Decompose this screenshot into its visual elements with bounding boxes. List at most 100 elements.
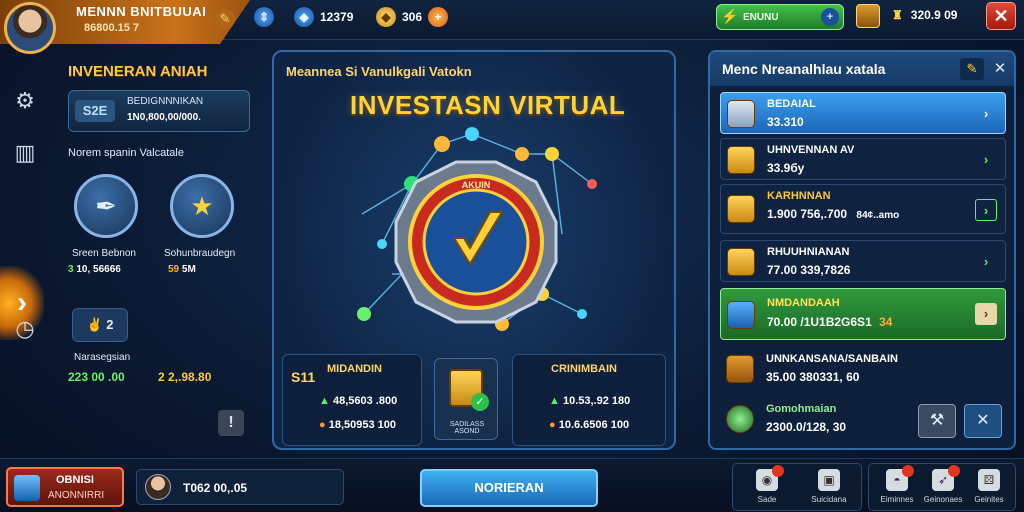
skill-value-main: 5M <box>181 264 196 275</box>
center-subtitle: Meannea Si Vanulkgali Vatokn <box>286 64 472 79</box>
wrench-button[interactable]: ⚒ <box>918 404 956 438</box>
nav-item[interactable]: ⚄ Geinites <box>964 465 1014 509</box>
primary-action-button[interactable]: NORIERAN <box>420 469 598 507</box>
edit-icon[interactable]: ✎ <box>215 9 235 29</box>
skill-name: Sohunbraudegn <box>164 248 236 259</box>
coin-icon: ● <box>319 419 326 431</box>
chest-icon[interactable] <box>856 4 880 28</box>
pencil-icon[interactable]: ✎ <box>960 58 984 80</box>
trophy-counter: ♜ 320.9 09 <box>892 8 957 22</box>
gold-counter[interactable]: ◆ 306 + <box>376 6 449 28</box>
chevron-right-icon[interactable]: › <box>975 199 997 221</box>
balance-label: BEDIGNNNIKAN <box>127 96 204 107</box>
asset-row[interactable]: RHUUHNIANAN 77.00 339,7826 › <box>720 240 1006 282</box>
skill-name: Sreen Bebnon <box>72 248 136 259</box>
tools-button[interactable]: ✕ <box>964 404 1002 438</box>
skill-value: 3 10, 56666 <box>68 264 121 275</box>
close-button[interactable]: ✕ <box>986 2 1016 30</box>
chevron-right-icon[interactable]: › <box>975 251 997 273</box>
mini-card-button[interactable]: ✌ 2 <box>72 308 128 342</box>
asset-value-main: 1.900 756,.700 <box>767 207 848 221</box>
stat-row: ▲ 10.53,.92 180 <box>549 395 630 407</box>
ledger-icon <box>727 146 755 174</box>
nav-item[interactable]: ◓ Eiminnes <box>872 465 922 509</box>
center-panel: Meannea Si Vanulkgali Vatokn INVESTASN V… <box>272 50 676 450</box>
timer-icon[interactable]: ◷ <box>8 312 42 346</box>
asset-row-selected[interactable]: BEDAIAL 33.310 › <box>720 92 1006 134</box>
chevron-right-icon[interactable]: › <box>975 103 997 125</box>
investment-emblem[interactable]: AKUIN <box>352 124 600 354</box>
user-balance[interactable]: T062 00,.05 <box>136 469 344 505</box>
asset-row[interactable]: KARHNNAN 1.900 756,.700 84¢..amo › <box>720 184 1006 234</box>
player-name: MENNN BNITBUUAI <box>76 4 207 19</box>
nav-label: Geinites <box>974 495 1004 504</box>
asset-value: 77.00 339,7826 <box>767 263 851 277</box>
asset-row-highlight[interactable]: NMDANDAAH 70.00 /1U1B2G6S1 34 › <box>720 288 1006 340</box>
compass-button[interactable]: ⇕ <box>254 6 274 28</box>
cross-tools-icon: ✕ <box>976 412 990 429</box>
stat-row-value: 18,50953 100 <box>328 419 397 431</box>
gem-counter[interactable]: ◆ 12379 <box>294 6 353 28</box>
cycle-icon <box>726 405 754 433</box>
close-icon[interactable]: ✕ <box>990 58 1010 80</box>
avatar <box>145 474 171 500</box>
left-panel: INVENERAN ANIAH S2E BEDIGNNNIKAN 1N0,800… <box>56 50 252 446</box>
nav-item[interactable]: ▣ Suicidana <box>804 465 854 509</box>
asset-value: 35.00 380331, 60 <box>766 370 860 384</box>
nav-label: Sade <box>757 495 777 504</box>
chevron-right-icon[interactable]: › <box>975 303 997 325</box>
right-panel-title: Menc Nreanalhlau xatala <box>722 61 886 77</box>
up-arrow-icon: ▲ <box>549 395 560 407</box>
asset-name: UNNKANSANA/SANBAIN <box>766 353 898 365</box>
asset-value-extra: 84¢..amo <box>856 210 900 221</box>
asset-name: RHUUHNIANAN <box>767 246 850 258</box>
star-icon: ★ <box>190 191 214 221</box>
user-balance-value: T062 00,.05 <box>183 481 248 495</box>
avatar[interactable] <box>4 2 56 54</box>
dice-icon: ⚄ <box>978 469 1000 491</box>
scroll-icon <box>727 100 755 128</box>
stat-card-right[interactable]: CRINIMBAIN ▲ 10.53,.92 180 ● 10.6.6506 1… <box>512 354 666 446</box>
stats-icon[interactable]: ▥ <box>8 136 42 170</box>
certificate-label: SADILASS ASOND <box>449 421 485 435</box>
stat-card-left[interactable]: S11 MIDANDIN ▲ 48,5603 .800 ● 18,50953 1… <box>282 354 422 446</box>
add-gold-icon[interactable]: + <box>428 7 449 27</box>
asset-row[interactable]: UNNKANSANA/SANBAIN 35.00 380331, 60 <box>720 348 1006 390</box>
gem-icon: ◆ <box>294 7 314 27</box>
stat-row: ● 18,50953 100 <box>319 419 396 431</box>
notification-badge <box>772 465 784 477</box>
pen-icon: ✒ <box>95 191 117 221</box>
nav-item[interactable]: ◉ Sade <box>742 465 792 509</box>
skill-value-prefix: 3 <box>68 264 74 275</box>
skill-star-button[interactable]: ★ <box>170 174 234 238</box>
top-bar: MENNN BNITBUUAI 86800.15 7 ✎ ⇕ ◆ 12379 ◆… <box>0 0 1024 54</box>
nav-item[interactable]: ➶ Geinonaes <box>918 465 968 509</box>
stat-row-value: 10.53,.92 180 <box>562 395 631 407</box>
gold-value: 306 <box>402 10 423 24</box>
trophy-icon: ♜ <box>892 8 903 22</box>
stat-card-head: MIDANDIN <box>327 363 382 375</box>
balance-box: S2E BEDIGNNNIKAN 1N0,800,00/000. <box>68 90 250 132</box>
left-panel-title: INVENERAN ANIAH <box>68 63 208 80</box>
gem-value: 12379 <box>320 10 354 24</box>
right-panel-header: Menc Nreanalhlau xatala ✎ ✕ <box>710 52 1014 86</box>
coin-icon: ● <box>549 419 556 431</box>
add-boost-icon[interactable]: + <box>821 8 839 26</box>
chevron-right-icon[interactable]: › <box>975 149 997 171</box>
certificate-card[interactable]: ✓ SADILASS ASOND <box>434 358 498 440</box>
inventory-button[interactable]: OBNISI ANONNIRRI <box>6 467 124 507</box>
info-button[interactable]: ! <box>218 410 244 436</box>
boost-button[interactable]: ⚡ ENUNU + <box>716 4 844 30</box>
shake-icon: ✌ <box>86 317 103 332</box>
settings-gear-icon[interactable]: ⚙ <box>8 84 42 118</box>
boost-label: ENUNU <box>743 11 779 23</box>
compass-icon[interactable]: ⇕ <box>254 7 274 27</box>
skill-value: 59 5M <box>168 264 196 275</box>
asset-row[interactable]: Gomohmaian 2300.0/128, 30 <box>720 398 920 440</box>
asset-value: 1.900 756,.700 84¢..amo <box>767 207 899 221</box>
bottom-bar: OBNISI ANONNIRRI T062 00,.05 NORIERAN ◉ … <box>0 458 1024 512</box>
stat-row-value: 10.6.6506 100 <box>558 419 630 431</box>
mini-card-label: 2 <box>106 317 114 332</box>
skill-pen-button[interactable]: ✒ <box>74 174 138 238</box>
asset-row[interactable]: UHNVENNAN AV 33.9бу › <box>720 138 1006 180</box>
